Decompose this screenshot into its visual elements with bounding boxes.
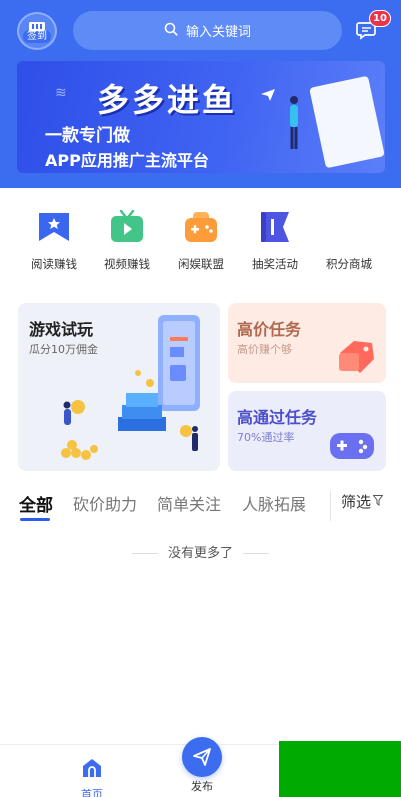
category-grid: 阅读赚钱 视频赚钱 闲娱联盟 抽奖活动 积分商城 <box>0 209 401 280</box>
tabbar-publish-label: 发布 <box>191 780 213 793</box>
category-label: 积分商城 <box>326 257 372 271</box>
category-label: 阅读赚钱 <box>31 257 77 271</box>
divider <box>131 553 158 554</box>
document-illustration-icon <box>309 75 385 169</box>
tab-bargain[interactable]: 砍价助力 <box>73 491 137 515</box>
funnel-icon <box>373 495 384 506</box>
tab-network[interactable]: 人脉拓展 <box>242 491 306 515</box>
wave-decoration-icon: ≋ <box>55 85 67 101</box>
home-icon <box>83 759 101 777</box>
search-placeholder: 输入关键词 <box>185 25 251 40</box>
message-badge: 10 <box>369 10 391 27</box>
high-pass-task-card[interactable]: 高通过任务 70%通过率 <box>228 391 386 471</box>
category-label: 闲娱联盟 <box>178 257 224 271</box>
overlay-block <box>279 741 401 797</box>
banner-flag-icon <box>258 210 292 244</box>
category-points-mall[interactable]: 积分商城 <box>313 210 385 272</box>
card-title: 高价任务 <box>237 320 302 339</box>
phone-coins-illustration-icon <box>61 315 200 460</box>
tabbar-publish[interactable]: 发布 <box>180 737 224 794</box>
filter-button[interactable]: 筛选 <box>330 491 384 521</box>
category-read[interactable]: 阅读赚钱 <box>18 210 90 272</box>
high-price-task-card[interactable]: 高价任务 高价赚个够 <box>228 303 386 383</box>
shop-icon <box>332 210 366 244</box>
game-controller-icon <box>330 433 374 459</box>
tabbar-home[interactable]: 首页 <box>72 757 112 797</box>
category-label: 视频赚钱 <box>104 257 150 271</box>
no-more-text: 没有更多了 <box>167 546 233 561</box>
no-more-indicator: 没有更多了 <box>0 542 401 561</box>
filter-label: 筛选 <box>341 493 372 511</box>
active-tab-indicator <box>20 518 50 521</box>
signin-button[interactable]: 签到 <box>17 12 57 50</box>
card-subtitle: 高价赚个够 <box>237 343 292 356</box>
search-icon <box>164 21 178 40</box>
tabbar-home-label: 首页 <box>81 788 103 797</box>
flag-star-icon <box>37 210 71 244</box>
category-lottery[interactable]: 抽奖活动 <box>239 210 311 272</box>
category-leisure[interactable]: 闲娱联盟 <box>165 210 237 272</box>
category-video[interactable]: 视频赚钱 <box>91 209 163 272</box>
paper-plane-icon <box>261 89 275 101</box>
publish-button[interactable] <box>182 737 222 777</box>
card-title: 高通过任务 <box>237 408 318 427</box>
calendar-icon <box>28 17 46 31</box>
person-illustration-icon <box>290 96 298 149</box>
paper-plane-icon <box>193 748 211 766</box>
promo-banner[interactable]: ≋ 多多进鱼 一款专门做 APP应用推广主流平台 <box>17 61 385 173</box>
tab-all[interactable]: 全部 <box>19 491 53 516</box>
category-label: 抽奖活动 <box>252 257 298 271</box>
divider <box>243 553 269 554</box>
banner-line-1: 一款专门做 <box>45 126 130 146</box>
search-bar[interactable]: 输入关键词 <box>73 11 342 50</box>
banner-line-2: APP应用推广主流平台 <box>45 151 209 170</box>
banner-title: 多多进鱼 <box>97 81 238 119</box>
card-subtitle: 70%通过率 <box>237 431 295 444</box>
tv-play-icon <box>110 209 144 244</box>
gamepad-icon <box>184 210 218 244</box>
game-trial-card[interactable]: 游戏试玩 瓜分10万佣金 <box>18 303 220 471</box>
tab-follow[interactable]: 简单关注 <box>157 491 221 515</box>
price-tag-icon <box>339 341 374 373</box>
